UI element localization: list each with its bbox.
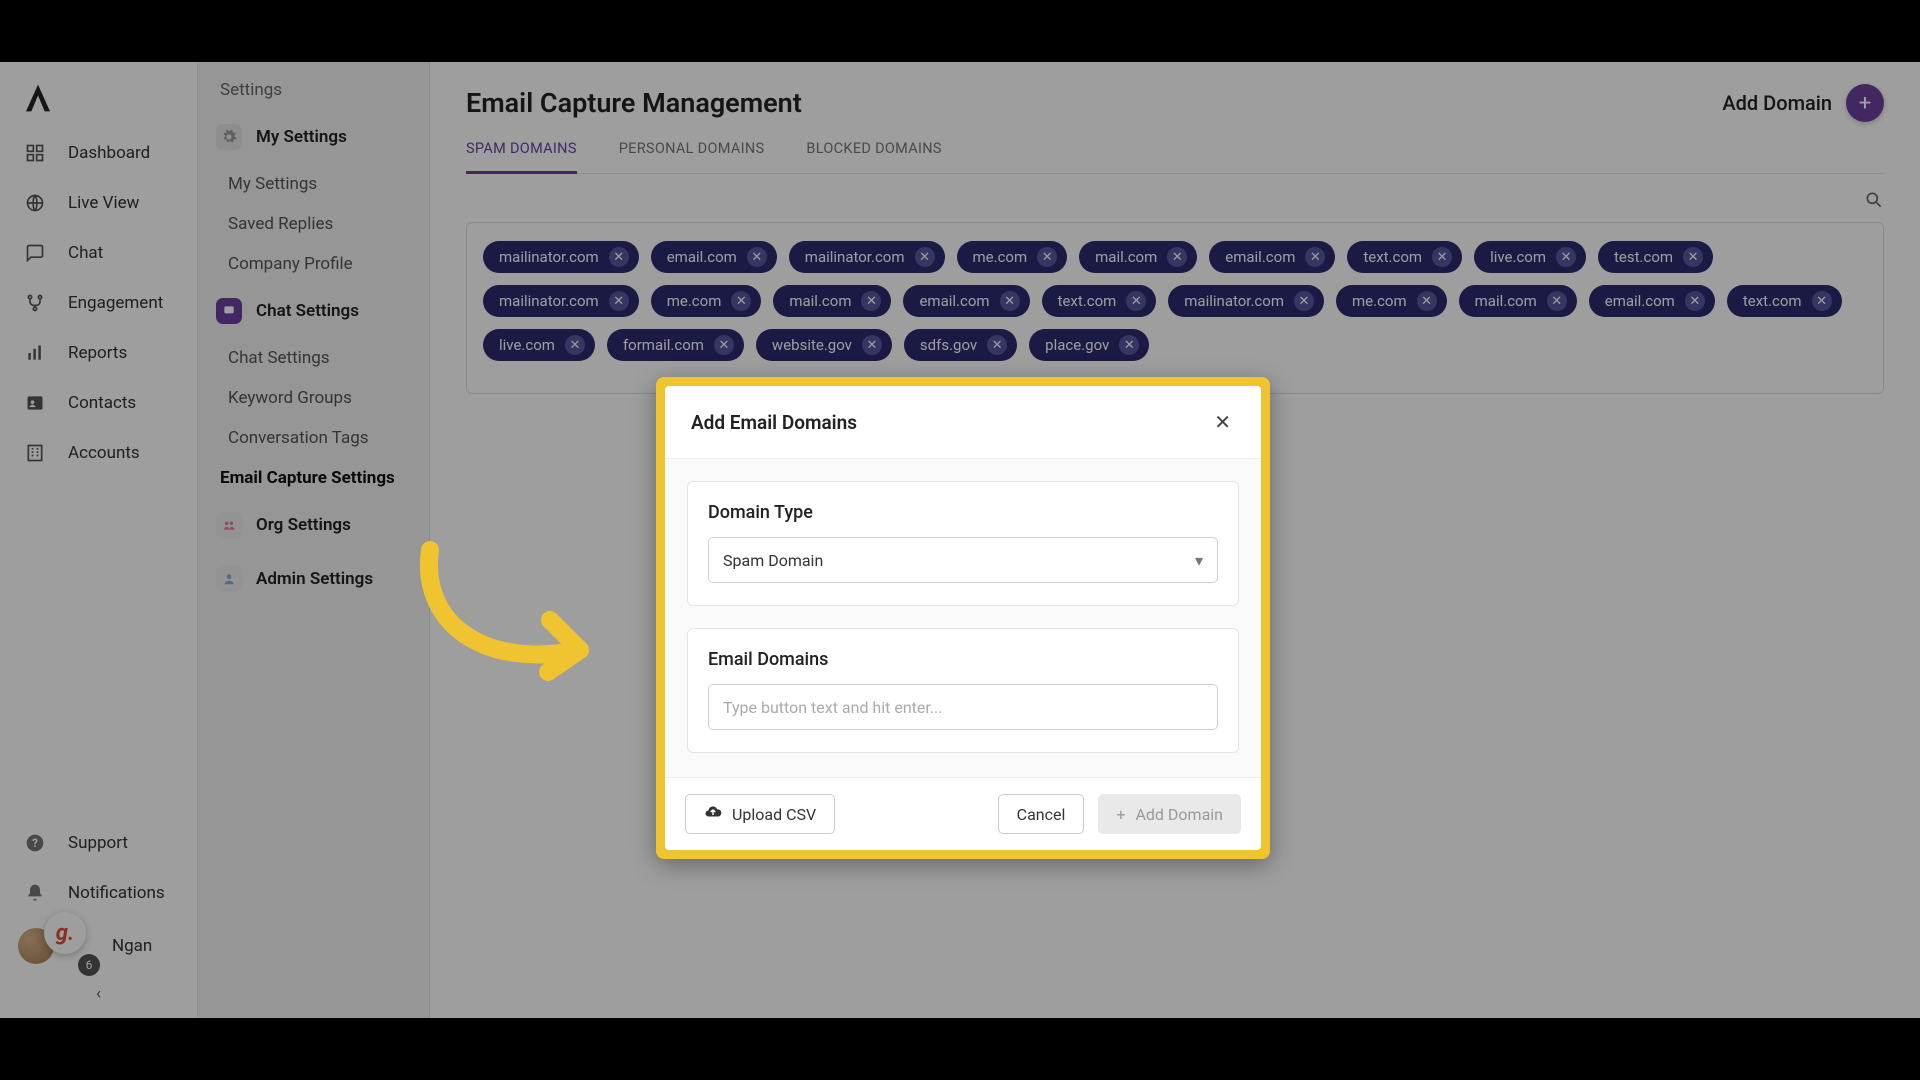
email-domains-card: Email Domains	[687, 628, 1239, 753]
email-domains-label: Email Domains	[708, 649, 1218, 670]
modal-header: Add Email Domains ✕	[665, 386, 1261, 459]
close-icon[interactable]: ✕	[1210, 406, 1235, 438]
domain-type-select[interactable]: Spam Domain ▾	[708, 537, 1218, 583]
cloud-upload-icon	[704, 803, 722, 825]
button-label: Cancel	[1017, 805, 1066, 824]
modal-title: Add Email Domains	[691, 411, 857, 434]
button-label: Upload CSV	[732, 805, 816, 824]
button-label: Add Domain	[1135, 805, 1223, 824]
modal-footer: Upload CSV Cancel + Add Domain	[665, 777, 1261, 850]
email-domains-input[interactable]	[708, 684, 1218, 730]
cancel-button[interactable]: Cancel	[998, 794, 1085, 834]
domain-type-value: Spam Domain	[723, 551, 823, 570]
app-root: Dashboard Live View Chat Engagement Repo…	[0, 62, 1920, 1018]
domain-type-card: Domain Type Spam Domain ▾	[687, 481, 1239, 606]
domain-type-label: Domain Type	[708, 502, 1218, 523]
add-domain-submit-button[interactable]: + Add Domain	[1098, 794, 1241, 834]
modal-body: Domain Type Spam Domain ▾ Email Domains	[665, 459, 1261, 777]
plus-icon: +	[1116, 805, 1125, 824]
add-email-domains-modal: Add Email Domains ✕ Domain Type Spam Dom…	[665, 386, 1261, 850]
upload-csv-button[interactable]: Upload CSV	[685, 794, 835, 834]
modal-highlight-frame: Add Email Domains ✕ Domain Type Spam Dom…	[656, 377, 1270, 859]
chevron-down-icon: ▾	[1195, 551, 1203, 570]
